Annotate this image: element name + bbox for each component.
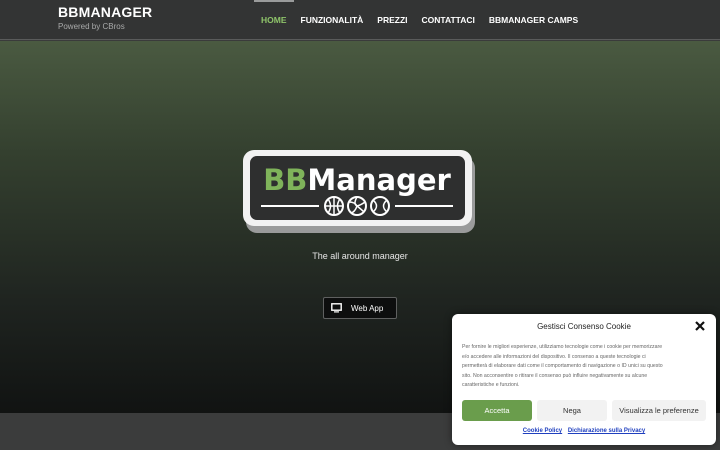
cookie-text: Per fornire le migliori esperienze, util…: [462, 343, 708, 391]
cookie-text-line: caratteristiche e funzioni.: [462, 382, 520, 389]
nav-item-home[interactable]: HOME: [254, 0, 294, 40]
accept-button[interactable]: Accetta: [462, 400, 532, 421]
cookie-links: Cookie Policy Dichiarazione sulla Privac…: [452, 428, 716, 434]
view-preferences-button[interactable]: Visualizza le preferenze: [612, 400, 706, 421]
cookie-buttons: Accetta Nega Visualizza le preferenze: [462, 400, 706, 421]
nav-item-contattaci[interactable]: CONTATTACI: [415, 0, 482, 40]
cookie-text-line: permetterà di elaborare dati come il com…: [462, 363, 663, 370]
basketball-icon: [324, 196, 344, 216]
nav-item-bbmanager-camps[interactable]: BBMANAGER CAMPS: [482, 0, 585, 40]
cookie-consent-dialog: Gestisci Consenso Cookie Per fornire le …: [452, 314, 716, 445]
cookie-title: Gestisci Consenso Cookie: [537, 322, 631, 331]
nav-item-prezzi[interactable]: PREZZI: [370, 0, 414, 40]
brand[interactable]: BBMANAGER Powered by CBros: [58, 4, 153, 32]
monitor-icon: [331, 303, 342, 313]
brand-subtitle: Powered by CBros: [58, 22, 125, 31]
main-nav: HOME FUNZIONALITÀ PREZZI CONTATTACI BBMA…: [254, 0, 585, 40]
bbmanager-logo: BBManager: [243, 150, 475, 233]
nav-item-funzionalita[interactable]: FUNZIONALITÀ: [294, 0, 371, 40]
svg-text:BBManager: BBManager: [263, 163, 451, 197]
deny-button[interactable]: Nega: [537, 400, 607, 421]
web-app-label: Web App: [351, 303, 384, 313]
cookie-policy-link[interactable]: Cookie Policy: [523, 428, 562, 434]
privacy-statement-link[interactable]: Dichiarazione sulla Privacy: [568, 428, 645, 434]
cookie-text-line: sito. Non acconsentire o ritirare il con…: [462, 372, 648, 379]
cookie-text-line: Per fornire le migliori esperienze, util…: [462, 344, 663, 350]
close-icon[interactable]: [694, 320, 706, 332]
logo-text-bb: BB: [263, 163, 307, 197]
hero-tagline: The all around manager: [312, 251, 408, 261]
logo-text-manager: Manager: [307, 163, 451, 197]
cookie-text-line: e/o accedere alle informazioni del dispo…: [462, 353, 646, 360]
brand-title: BBMANAGER: [58, 4, 153, 20]
web-app-button[interactable]: Web App: [323, 297, 397, 319]
site-header: BBMANAGER Powered by CBros HOME FUNZIONA…: [0, 0, 720, 40]
